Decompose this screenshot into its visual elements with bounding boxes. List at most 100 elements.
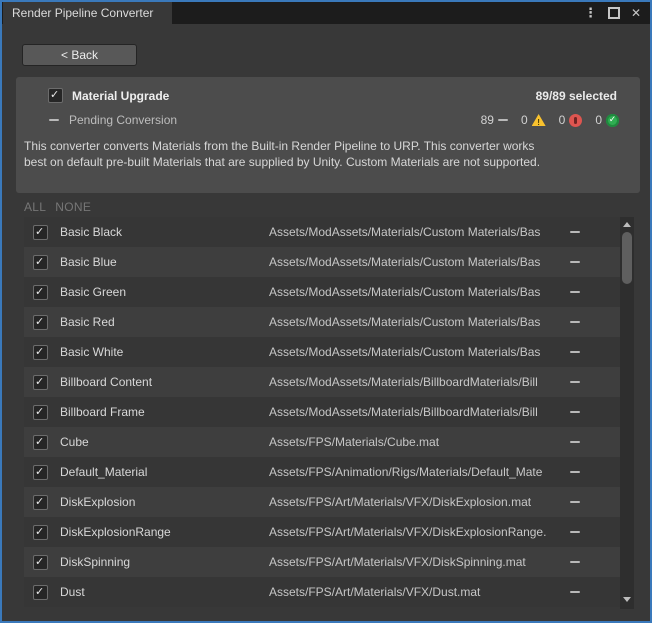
material-path: Assets/FPS/Animation/Rigs/Materials/Defa… (269, 465, 564, 479)
material-name: Cube (60, 435, 269, 449)
material-path: Assets/FPS/Materials/Cube.mat (269, 435, 564, 449)
row-pending-status-icon (570, 531, 580, 533)
material-row[interactable]: Basic Blue Assets/ModAssets/Materials/Cu… (24, 247, 620, 277)
selected-count-label: 89/89 selected (536, 89, 617, 103)
material-name: Default_Material (60, 465, 269, 479)
material-path: Assets/ModAssets/Materials/Custom Materi… (269, 345, 564, 359)
close-icon[interactable] (631, 6, 641, 20)
material-row[interactable]: Cube Assets/FPS/Materials/Cube.mat (24, 427, 620, 457)
error-count: 0 (559, 113, 566, 127)
material-row[interactable]: DiskExplosionRange Assets/FPS/Art/Materi… (24, 517, 620, 547)
list-selection-controls: ALL NONE (24, 200, 91, 214)
material-name: DiskSpinning (60, 555, 269, 569)
error-icon (569, 114, 582, 127)
scrollbar-thumb[interactable] (622, 232, 632, 284)
material-name: Basic Red (60, 315, 269, 329)
pending-conversion-row: Pending Conversion 89 0 0 0 (16, 113, 640, 127)
material-name: Billboard Frame (60, 405, 269, 419)
vertical-scrollbar[interactable] (620, 217, 634, 609)
row-checkbox[interactable] (33, 345, 48, 360)
row-checkbox[interactable] (33, 525, 48, 540)
material-name: Dust (60, 585, 269, 599)
material-row[interactable]: DiskExplosion Assets/FPS/Art/Materials/V… (24, 487, 620, 517)
material-path: Assets/FPS/Art/Materials/VFX/Dust.mat (269, 585, 564, 599)
material-rows: Basic Black Assets/ModAssets/Materials/C… (24, 217, 620, 607)
material-list: Basic Black Assets/ModAssets/Materials/C… (24, 217, 634, 609)
material-name: Basic Black (60, 225, 269, 239)
pending-count-group: 89 (481, 113, 508, 127)
warning-icon (532, 114, 546, 126)
material-row[interactable]: Basic Green Assets/ModAssets/Materials/C… (24, 277, 620, 307)
material-path: Assets/ModAssets/Materials/BillboardMate… (269, 375, 564, 389)
maximize-icon[interactable] (608, 7, 620, 19)
material-path: Assets/ModAssets/Materials/BillboardMate… (269, 405, 564, 419)
material-name: Basic Green (60, 285, 269, 299)
row-pending-status-icon (570, 441, 580, 443)
material-name: Basic White (60, 345, 269, 359)
row-pending-status-icon (570, 471, 580, 473)
material-path: Assets/ModAssets/Materials/Custom Materi… (269, 285, 564, 299)
material-name: Basic Blue (60, 255, 269, 269)
row-checkbox[interactable] (33, 225, 48, 240)
row-checkbox[interactable] (33, 375, 48, 390)
material-name: DiskExplosionRange (60, 525, 269, 539)
row-checkbox[interactable] (33, 405, 48, 420)
kebab-menu-icon[interactable] (584, 5, 597, 21)
row-checkbox[interactable] (33, 435, 48, 450)
material-upgrade-checkbox[interactable] (48, 88, 63, 103)
row-pending-status-icon (570, 501, 580, 503)
row-checkbox[interactable] (33, 495, 48, 510)
warning-count-group: 0 (521, 113, 546, 127)
tab-render-pipeline-converter[interactable]: Render Pipeline Converter (3, 2, 172, 24)
warning-count: 0 (521, 113, 528, 127)
pending-conversion-label: Pending Conversion (69, 113, 177, 127)
render-pipeline-converter-window: Render Pipeline Converter < Back Materia… (0, 0, 652, 623)
converter-header-row: Material Upgrade 89/89 selected (16, 77, 640, 103)
material-row[interactable]: Basic White Assets/ModAssets/Materials/C… (24, 337, 620, 367)
material-path: Assets/ModAssets/Materials/Custom Materi… (269, 225, 564, 239)
material-path: Assets/FPS/Art/Materials/VFX/DiskExplosi… (269, 495, 564, 509)
pending-count: 89 (481, 113, 494, 127)
scroll-up-icon[interactable] (623, 222, 631, 227)
row-pending-status-icon (570, 261, 580, 263)
material-row[interactable]: Billboard Frame Assets/ModAssets/Materia… (24, 397, 620, 427)
converter-description: This converter converts Materials from t… (24, 139, 632, 170)
row-pending-status-icon (570, 591, 580, 593)
material-row[interactable]: Basic Black Assets/ModAssets/Materials/C… (24, 217, 620, 247)
row-pending-status-icon (570, 561, 580, 563)
row-pending-status-icon (570, 291, 580, 293)
titlebar: Render Pipeline Converter (2, 2, 650, 24)
row-checkbox[interactable] (33, 315, 48, 330)
scroll-down-icon[interactable] (623, 597, 631, 602)
back-button[interactable]: < Back (22, 44, 137, 66)
row-checkbox[interactable] (33, 465, 48, 480)
pending-status-icon (498, 119, 508, 121)
row-pending-status-icon (570, 321, 580, 323)
description-line-2: best on default pre-built Materials that… (24, 155, 632, 171)
window-controls (584, 2, 650, 24)
material-row[interactable]: Default_Material Assets/FPS/Animation/Ri… (24, 457, 620, 487)
row-checkbox[interactable] (33, 585, 48, 600)
material-name: DiskExplosion (60, 495, 269, 509)
material-path: Assets/ModAssets/Materials/Custom Materi… (269, 315, 564, 329)
material-row[interactable]: Billboard Content Assets/ModAssets/Mater… (24, 367, 620, 397)
row-pending-status-icon (570, 231, 580, 233)
material-row[interactable]: DiskSpinning Assets/FPS/Art/Materials/VF… (24, 547, 620, 577)
row-pending-status-icon (570, 381, 580, 383)
row-pending-status-icon (570, 411, 580, 413)
select-all-button[interactable]: ALL (24, 200, 46, 214)
material-row[interactable]: Basic Red Assets/ModAssets/Materials/Cus… (24, 307, 620, 337)
material-path: Assets/FPS/Art/Materials/VFX/DiskExplosi… (269, 525, 564, 539)
success-icon (606, 114, 619, 127)
row-checkbox[interactable] (33, 255, 48, 270)
success-count-group: 0 (595, 113, 619, 127)
material-path: Assets/FPS/Art/Materials/VFX/DiskSpinnin… (269, 555, 564, 569)
row-checkbox[interactable] (33, 555, 48, 570)
material-row[interactable]: Dust Assets/FPS/Art/Materials/VFX/Dust.m… (24, 577, 620, 607)
row-checkbox[interactable] (33, 285, 48, 300)
material-name: Billboard Content (60, 375, 269, 389)
status-counts: 89 0 0 0 (481, 113, 619, 127)
converter-title: Material Upgrade (72, 89, 169, 103)
material-path: Assets/ModAssets/Materials/Custom Materi… (269, 255, 564, 269)
select-none-button[interactable]: NONE (55, 200, 91, 214)
